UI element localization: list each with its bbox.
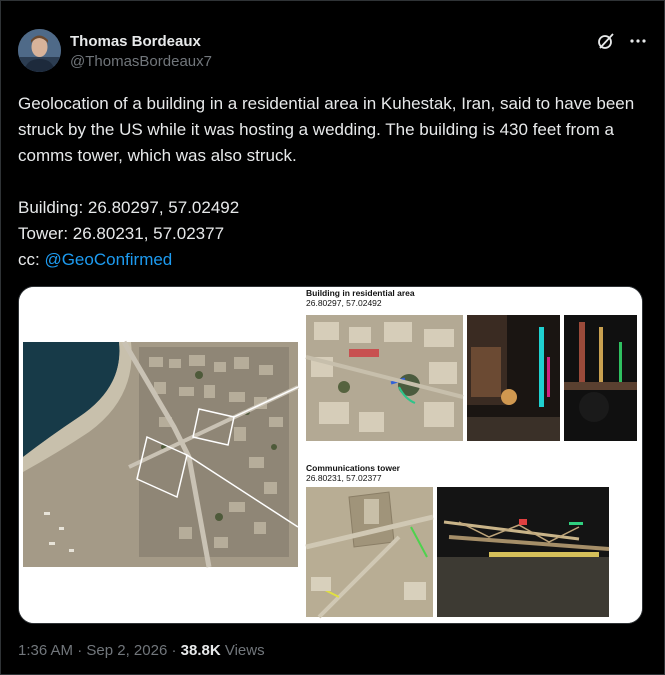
tweet-header: Thomas Bordeaux @ThomasBordeaux7 [18, 29, 648, 75]
building-closeup-image [305, 315, 464, 441]
building-caption: Building in residential area [306, 288, 415, 298]
tower-satellite-image [305, 487, 434, 619]
footer-separator: · [73, 642, 87, 659]
building-coords-line: Building: 26.80297, 57.02492 [18, 198, 240, 217]
building-night-photo-2 [564, 315, 637, 441]
tower-caption: Communications tower [306, 463, 401, 473]
tweet-card: Thomas Bordeaux @ThomasBordeaux7 Geoloca… [0, 0, 665, 675]
footer-separator: · [167, 642, 181, 659]
geolocation-composite: Building in residential area 26.80297, 5… [19, 287, 642, 623]
tweet-text: Geolocation of a building in a residenti… [18, 91, 643, 273]
building-caption-coords: 26.80297, 57.02492 [306, 298, 382, 308]
author-names: Thomas Bordeaux @ThomasBordeaux7 [70, 32, 212, 72]
tower-caption-coords: 26.80231, 57.02377 [306, 473, 382, 483]
tweet-date[interactable]: Sep 2, 2026 [86, 642, 167, 659]
avatar[interactable] [18, 29, 61, 72]
satellite-overview [23, 340, 299, 568]
more-icon[interactable] [628, 31, 648, 51]
tweet-footer: 1:36 AM · Sep 2, 2026 · 38.8K Views [18, 642, 265, 659]
display-name[interactable]: Thomas Bordeaux [70, 32, 212, 52]
cc-prefix: cc: [18, 250, 45, 269]
handle[interactable]: @ThomasBordeaux7 [70, 52, 212, 72]
media-image[interactable]: Building in residential area 26.80297, 5… [18, 286, 643, 624]
grok-icon[interactable] [596, 31, 616, 51]
avatar-image [18, 29, 61, 72]
tweet-main-text: Geolocation of a building in a residenti… [18, 94, 639, 165]
views-label: Views [220, 642, 265, 659]
building-night-photo-1 [467, 315, 560, 441]
tower-night-photo [437, 487, 610, 617]
tweet-actions [596, 31, 648, 51]
views-count: 38.8K [180, 642, 221, 659]
tower-coords-line: Tower: 26.80231, 57.02377 [18, 224, 225, 243]
mention-link[interactable]: @GeoConfirmed [44, 250, 172, 269]
tweet-time[interactable]: 1:36 AM [18, 642, 73, 659]
